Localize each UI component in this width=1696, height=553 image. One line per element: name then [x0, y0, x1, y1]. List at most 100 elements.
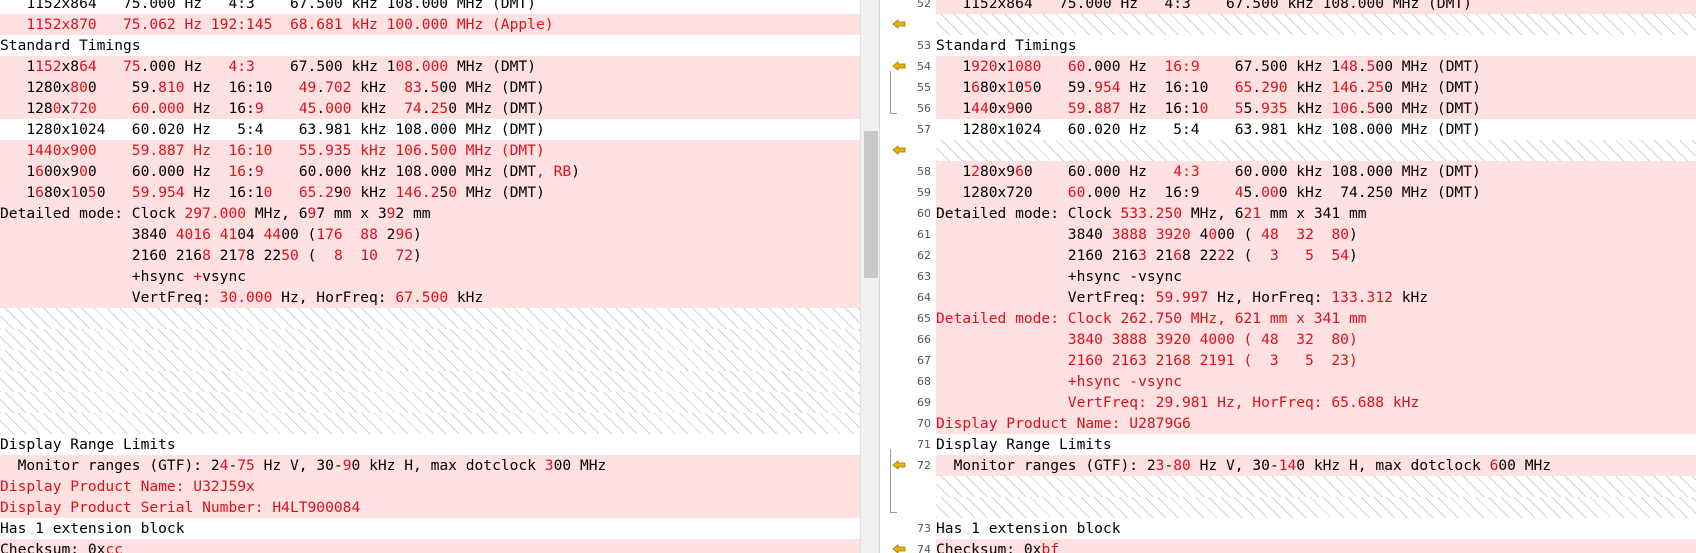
- changed-text: 1440x900 59.887 Hz 16:10 55.935 kHz 106.…: [0, 142, 545, 159]
- diff-line[interactable]: 2160 2163 2168 2191 ( 3 5 23): [936, 350, 1696, 371]
- line-text: [343, 247, 361, 264]
- changed-text: 6: [1173, 247, 1183, 264]
- diff-arrow-icon[interactable]: [892, 544, 906, 553]
- scrollbar-thumb[interactable]: [864, 131, 878, 278]
- diff-line[interactable]: 1600x900 60.000 Hz 16:9 60.000 kHz 108.0…: [0, 161, 860, 182]
- diff-line[interactable]: 1152x870 75.062 Hz 192:145 68.681 kHz 10…: [0, 14, 860, 35]
- changed-text: 2: [971, 163, 980, 180]
- diff-line[interactable]: 1280x960 60.000 Hz 4:3 60.000 kHz 108.00…: [936, 161, 1696, 182]
- diff-line[interactable]: Display Range Limits: [936, 434, 1696, 455]
- diff-line[interactable]: Display Range Limits: [0, 434, 860, 455]
- changed-text: 30.000: [219, 289, 273, 306]
- line-text: Display Range Limits: [0, 436, 176, 453]
- changed-text: 000: [158, 100, 185, 117]
- changed-text: 65: [1234, 79, 1253, 96]
- line-number: 70: [917, 417, 931, 430]
- line-text: 2 mm: [395, 205, 431, 222]
- changed-text: 54: [1331, 247, 1350, 264]
- diff-line[interactable]: Display Product Serial Number: H4LT90008…: [0, 497, 860, 518]
- line-text: Hz, HorFreq:: [272, 289, 396, 306]
- diff-line[interactable]: 1280x1024 60.020 Hz 5:4 63.981 kHz 108.0…: [0, 119, 860, 140]
- right-diff-pane[interactable]: 52 53 54 55 56 57 58 59 60 61 62 63 64 65 66 67 68 69 70 71…: [884, 0, 1696, 553]
- line-text: 0x: [988, 100, 1007, 117]
- diff-line[interactable]: 1280x800 59.810 Hz 16:10 49.702 kHz 83.5…: [0, 77, 860, 98]
- left-diff-pane[interactable]: 1152x864 75.000 Hz 4:3 67.500 kHz 108.00…: [0, 0, 860, 553]
- diff-arrow-icon[interactable]: [892, 145, 906, 155]
- changed-text: 9: [1006, 100, 1016, 117]
- diff-line[interactable]: Display Product Name: U2879G6: [936, 413, 1696, 434]
- diff-line[interactable]: Detailed mode: Clock 297.000 MHz, 697 mm…: [0, 203, 860, 224]
- changed-text: 48: [1261, 226, 1279, 243]
- diff-line[interactable]: Standard Timings: [936, 35, 1696, 56]
- changed-text: 65.2: [298, 184, 334, 201]
- changed-text: 887: [1094, 100, 1121, 117]
- changed-text: 16: [228, 163, 247, 180]
- diff-gap-placeholder: [0, 392, 860, 413]
- changed-text: 74: [404, 100, 422, 117]
- line-text: 00 MHz (DMT): [439, 79, 545, 96]
- diff-line[interactable]: 2160 2163 2168 2222 ( 3 5 54): [936, 245, 1696, 266]
- line-number: 52: [917, 0, 931, 10]
- diff-line[interactable]: Detailed mode: Clock 262.750 MHz, 621 mm…: [936, 308, 1696, 329]
- diff-line[interactable]: 3840 4016 4104 4400 (176 88 296): [0, 224, 860, 245]
- diff-line[interactable]: Has 1 extension block: [0, 518, 860, 539]
- diff-line[interactable]: 1280x1024 60.020 Hz 5:4 63.981 kHz 108.0…: [936, 119, 1696, 140]
- line-text: 5: [439, 184, 449, 201]
- changed-text: 67.500: [395, 289, 449, 306]
- line-text: .: [1357, 100, 1367, 117]
- line-text: 7 mm x 3: [316, 205, 387, 222]
- line-text: 0 MHz (DMT): [448, 100, 545, 117]
- diff-line[interactable]: 3840 3888 3920 4000 ( 48 32 80): [936, 224, 1696, 245]
- diff-line[interactable]: 1280x720 60.000 Hz 16:9 45.000 kHz 74.25…: [0, 98, 860, 119]
- diff-line[interactable]: 1920x1080 60.000 Hz 16:9 67.500 kHz 148.…: [936, 56, 1696, 77]
- diff-line[interactable]: 2160 2168 2178 2250 ( 8 10 72): [0, 245, 860, 266]
- diff-line[interactable]: +hsync -vsync: [936, 371, 1696, 392]
- changed-text: 0: [448, 184, 458, 201]
- diff-line[interactable]: +hsync -vsync: [936, 266, 1696, 287]
- diff-arrow-icon[interactable]: [892, 19, 906, 29]
- diff-arrow-icon[interactable]: [892, 61, 906, 71]
- diff-line[interactable]: 3840 3888 3920 4000 ( 48 32 80): [936, 329, 1696, 350]
- line-text: kHz: [448, 289, 484, 306]
- changed-text: 4:3: [1173, 163, 1200, 180]
- changed-text: 44: [263, 226, 282, 243]
- changed-text: 60: [131, 100, 150, 117]
- vertical-scrollbar[interactable]: [860, 0, 880, 553]
- changed-text: 88: [360, 226, 378, 243]
- diff-line[interactable]: +hsync +vsync: [0, 266, 860, 287]
- diff-line[interactable]: 1152x864 75.000 Hz 4:3 67.500 kHz 108.00…: [0, 56, 860, 77]
- diff-line[interactable]: VertFreq: 59.997 Hz, HorFreq: 133.312 kH…: [936, 287, 1696, 308]
- diff-line[interactable]: Standard Timings: [0, 35, 860, 56]
- diff-line[interactable]: Monitor ranges (GTF): 23-80 Hz V, 30-140…: [936, 455, 1696, 476]
- diff-line[interactable]: 1680x1050 59.954 Hz 16:10 65.290 kHz 146…: [936, 77, 1696, 98]
- changed-text: 935: [1261, 100, 1288, 117]
- diff-line[interactable]: Display Product Name: U32J59x: [0, 476, 860, 497]
- changed-text: 4:3: [228, 58, 255, 75]
- line-text: 0 60.000 Hz: [1023, 163, 1174, 180]
- line-text: 0 kHz H, max dotclock: [351, 457, 545, 474]
- changed-text: 290: [1261, 79, 1288, 96]
- diff-line[interactable]: 1680x1050 59.954 Hz 16:10 65.290 kHz 146…: [0, 182, 860, 203]
- line-text: 2160 216: [0, 247, 203, 264]
- diff-line[interactable]: Detailed mode: Clock 533.250 MHz, 621 mm…: [936, 203, 1696, 224]
- line-number: 63: [917, 270, 931, 283]
- changed-text: 41: [219, 226, 238, 243]
- changed-text: 59.954: [131, 184, 185, 201]
- diff-line[interactable]: Monitor ranges (GTF): 24-75 Hz V, 30-90 …: [0, 455, 860, 476]
- line-text: Detailed mode: Clock: [936, 205, 1121, 222]
- line-text: Hz 16:1: [1120, 100, 1200, 117]
- line-text: ): [1349, 226, 1358, 243]
- changed-text: Display Product Serial Number: H4LT90008…: [0, 499, 361, 516]
- diff-line[interactable]: 1152x864 75.000 Hz 4:3 67.500 kHz 108.00…: [936, 0, 1696, 14]
- changed-text: 0: [52, 100, 62, 117]
- line-text: kHz: [1287, 100, 1332, 117]
- diff-line[interactable]: Checksum: 0xbf: [936, 539, 1696, 553]
- diff-line[interactable]: Has 1 extension block: [936, 518, 1696, 539]
- diff-line[interactable]: VertFreq: 29.981 Hz, HorFreq: 65.688 kHz: [936, 392, 1696, 413]
- diff-line[interactable]: 1280x720 60.000 Hz 16:9 45.000 kHz 74.25…: [936, 182, 1696, 203]
- diff-line[interactable]: 1440x900 59.887 Hz 16:10 55.935 kHz 106.…: [0, 140, 860, 161]
- diff-line[interactable]: 1152x864 75.000 Hz 4:3 67.500 kHz 108.00…: [0, 0, 860, 14]
- diff-line[interactable]: VertFreq: 30.000 Hz, HorFreq: 67.500 kHz: [0, 287, 860, 308]
- diff-line[interactable]: 1440x900 59.887 Hz 16:10 55.935 kHz 106.…: [936, 98, 1696, 119]
- diff-line[interactable]: Checksum: 0xcc: [0, 539, 860, 553]
